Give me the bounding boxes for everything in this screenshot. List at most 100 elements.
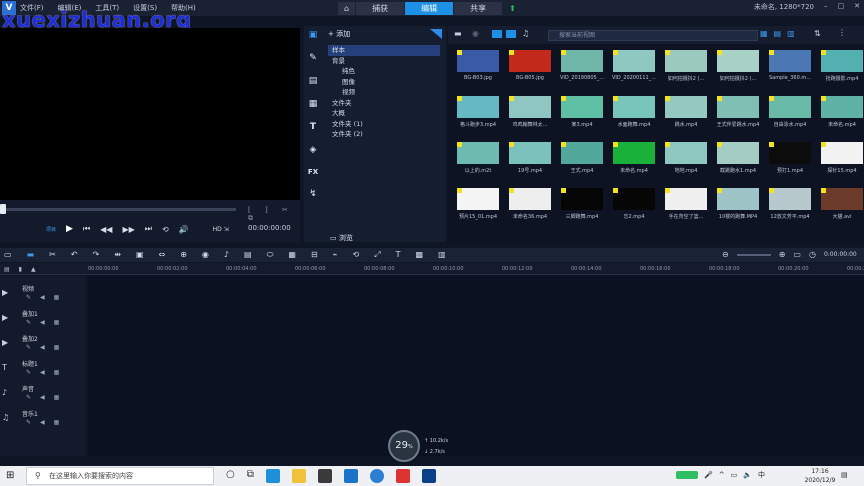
video-editor-taskbar-icon[interactable] bbox=[421, 469, 436, 483]
home-start-icon[interactable]: ⏮ bbox=[83, 224, 90, 234]
media-thumbnail[interactable] bbox=[561, 142, 603, 164]
media-thumbnail[interactable] bbox=[821, 50, 863, 72]
audio-mix-icon[interactable]: ♪ bbox=[224, 250, 229, 260]
media-thumbnail[interactable] bbox=[457, 188, 499, 210]
prev-frame-icon[interactable]: ◀◀ bbox=[100, 225, 112, 234]
microphone-icon[interactable]: 🎤 bbox=[704, 471, 713, 479]
edge-browser-icon[interactable] bbox=[265, 469, 280, 483]
scrubber-track[interactable] bbox=[4, 208, 236, 211]
view-mode-icons[interactable]: ▦▤▥ bbox=[760, 29, 801, 38]
volume-tray-icon[interactable]: 🔈 bbox=[743, 471, 752, 479]
track-controls-icon[interactable]: ✎◀▦ bbox=[26, 294, 68, 301]
show-video-icon[interactable] bbox=[492, 30, 502, 38]
preview-timecode[interactable]: 00:00:00:00 bbox=[248, 224, 291, 232]
repeat-icon[interactable]: ⟲ bbox=[162, 225, 169, 234]
sort-icon[interactable]: ⇅ bbox=[814, 29, 821, 38]
media-thumbnail[interactable] bbox=[717, 142, 759, 164]
library-tree-item[interactable]: 大概 bbox=[328, 108, 440, 119]
title-track-icon[interactable]: T bbox=[396, 250, 401, 260]
media-thumbnail[interactable] bbox=[509, 50, 551, 72]
library-tree-item[interactable]: 图像 bbox=[328, 77, 440, 88]
taskbar-search-input[interactable]: ⚲ 在这里输入你要搜索的内容 bbox=[26, 467, 214, 485]
media-thumbnail[interactable] bbox=[561, 50, 603, 72]
track-type-icon[interactable]: ♪ bbox=[2, 388, 7, 397]
motion-track-icon[interactable]: ⟲ bbox=[353, 250, 360, 260]
media-thumbnail[interactable] bbox=[769, 50, 811, 72]
upload-icon[interactable]: ⬆ bbox=[503, 2, 522, 15]
library-tree-item[interactable]: 背景 bbox=[328, 56, 440, 67]
subtitle-icon[interactable]: ▤ bbox=[244, 250, 252, 260]
path-icon[interactable]: ↯ bbox=[309, 189, 317, 199]
storyboard-view-icon[interactable]: ▭ bbox=[4, 250, 12, 260]
notification-icon[interactable]: ▤ bbox=[841, 471, 848, 479]
library-tree-item[interactable]: 视频 bbox=[328, 87, 440, 98]
show-photo-icon[interactable] bbox=[506, 30, 516, 38]
media-thumbnail[interactable] bbox=[509, 188, 551, 210]
clock-icon[interactable]: ◷ bbox=[809, 250, 816, 259]
media-thumbnail[interactable] bbox=[509, 142, 551, 164]
media-thumbnail[interactable] bbox=[717, 188, 759, 210]
trim-markers-icon[interactable]: [ ] ✂ ⧉ bbox=[248, 206, 300, 223]
mail-icon[interactable] bbox=[343, 469, 358, 483]
graphics-icon[interactable]: ◈ bbox=[310, 145, 317, 155]
multicam-icon[interactable]: ▦ bbox=[288, 250, 296, 260]
project-mode-label[interactable]: 项目 bbox=[46, 226, 56, 233]
media-thumbnail[interactable] bbox=[665, 142, 707, 164]
media-thumbnail[interactable] bbox=[509, 96, 551, 118]
fx-icon[interactable]: FX bbox=[308, 168, 318, 176]
track-type-icon[interactable]: ▶ bbox=[2, 288, 8, 297]
media-icon[interactable]: ▣ bbox=[309, 30, 318, 40]
library-tree-item[interactable]: 文件夹 bbox=[328, 98, 440, 109]
chroma-icon[interactable]: ⬭ bbox=[267, 250, 274, 260]
track-type-icon[interactable]: ♫ bbox=[2, 413, 9, 422]
media-thumbnail[interactable] bbox=[821, 96, 863, 118]
instant-project-icon[interactable]: ✎ bbox=[309, 53, 317, 63]
options-icon[interactable]: ⋮ bbox=[838, 28, 846, 37]
tab-share[interactable]: 共享 bbox=[454, 2, 503, 15]
mask-icon[interactable]: ◉ bbox=[202, 250, 209, 260]
media-thumbnail[interactable] bbox=[613, 188, 655, 210]
tray-status-icon[interactable] bbox=[676, 471, 698, 479]
media-thumbnail[interactable] bbox=[665, 50, 707, 72]
add-folder-button[interactable]: + 添加 bbox=[328, 29, 350, 39]
track-controls-icon[interactable]: ✎◀▦ bbox=[26, 369, 68, 376]
hd-icon[interactable]: HD ⇲ bbox=[213, 226, 229, 233]
import-folder-icon[interactable]: ▬ bbox=[454, 29, 462, 38]
tab-capture[interactable]: 捕获 bbox=[356, 2, 405, 15]
track-controls-icon[interactable]: ✎◀▦ bbox=[26, 319, 68, 326]
track-type-icon[interactable]: ▶ bbox=[2, 338, 8, 347]
split-screen-icon[interactable]: ⊟ bbox=[311, 250, 318, 260]
media-thumbnail[interactable] bbox=[613, 96, 655, 118]
media-thumbnail[interactable] bbox=[457, 142, 499, 164]
zoom-in-icon[interactable]: ⊕ bbox=[779, 250, 786, 259]
media-thumbnail[interactable] bbox=[457, 50, 499, 72]
media-thumbnail[interactable] bbox=[821, 142, 863, 164]
browse-button[interactable]: ▭ 浏览 bbox=[330, 233, 353, 243]
library-tree-item[interactable]: 文件夹 (2) bbox=[328, 129, 440, 140]
next-frame-icon[interactable]: ▶▶ bbox=[122, 225, 134, 234]
media-thumbnail[interactable] bbox=[613, 142, 655, 164]
capture-icon[interactable]: ◉ bbox=[472, 29, 479, 38]
task-view-icon[interactable]: ○ bbox=[226, 469, 235, 483]
network-icon[interactable]: ▭ bbox=[731, 471, 738, 479]
chevron-up-icon[interactable]: ^ bbox=[719, 471, 725, 479]
media-thumbnail[interactable] bbox=[769, 96, 811, 118]
timeline-ruler[interactable]: 00:00:00:00 00:00:02:00 00:00:04:00 00:00:0… bbox=[0, 263, 864, 275]
preview-window[interactable] bbox=[0, 28, 300, 200]
title-icon[interactable]: ▦ bbox=[309, 99, 318, 109]
track-manager-icons[interactable]: ▤▮▲ bbox=[4, 266, 45, 273]
app-red-icon[interactable] bbox=[395, 469, 410, 483]
store-icon[interactable] bbox=[317, 469, 332, 483]
media-thumbnail[interactable] bbox=[821, 188, 863, 210]
media-thumbnail[interactable] bbox=[717, 50, 759, 72]
split-icon[interactable]: ⇹ bbox=[114, 250, 121, 260]
color-grade-icon[interactable]: ▩ bbox=[416, 250, 424, 260]
scrubber-handle[interactable] bbox=[0, 204, 6, 214]
media-thumbnail[interactable] bbox=[457, 96, 499, 118]
track-type-icon[interactable]: T bbox=[2, 363, 7, 372]
media-thumbnail[interactable] bbox=[769, 188, 811, 210]
taskbar-clock[interactable]: 17:16 2020/12/9 bbox=[800, 467, 840, 485]
tools-icon[interactable]: ✂ bbox=[49, 250, 56, 260]
volume-icon[interactable]: 🔊 bbox=[179, 225, 189, 234]
media-thumbnail[interactable] bbox=[561, 188, 603, 210]
